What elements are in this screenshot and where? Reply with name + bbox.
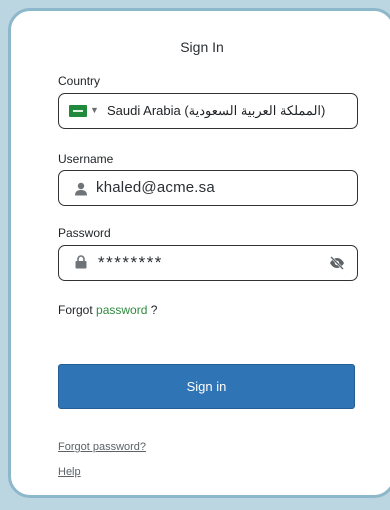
username-value: khaled@acme.sa	[96, 179, 215, 196]
help-link[interactable]: Help	[58, 466, 81, 478]
forgot-password-hint: Forgot password ?	[58, 303, 157, 317]
flag-saudi-arabia-icon	[69, 105, 87, 117]
username-label: Username	[58, 152, 114, 166]
country-select-value: Saudi Arabia (المملكة العربية السعودية)	[107, 103, 326, 118]
page-background: Sign In Country ▼ Saudi Arabia (المملكة …	[0, 0, 390, 510]
forgot-suffix: ?	[150, 303, 158, 317]
eye-off-icon[interactable]	[329, 256, 345, 270]
user-icon	[75, 182, 87, 196]
sign-in-button[interactable]: Sign in	[58, 364, 355, 409]
chevron-down-icon: ▼	[90, 105, 99, 115]
country-select[interactable]: ▼ Saudi Arabia (المملكة العربية السعودية…	[58, 93, 358, 129]
forgot-password-inline-link[interactable]: password	[96, 303, 147, 317]
password-value: ********	[98, 253, 163, 272]
forgot-prefix: Forgot	[58, 303, 93, 317]
country-label: Country	[58, 74, 101, 88]
lock-icon	[75, 255, 87, 269]
sign-in-card: Sign In Country ▼ Saudi Arabia (المملكة …	[8, 8, 390, 498]
username-input[interactable]: khaled@acme.sa	[58, 170, 358, 206]
password-label: Password	[58, 226, 111, 240]
page-title: Sign In	[180, 39, 224, 55]
password-input[interactable]: ********	[58, 245, 358, 281]
forgot-password-link[interactable]: Forgot password?	[58, 441, 146, 453]
